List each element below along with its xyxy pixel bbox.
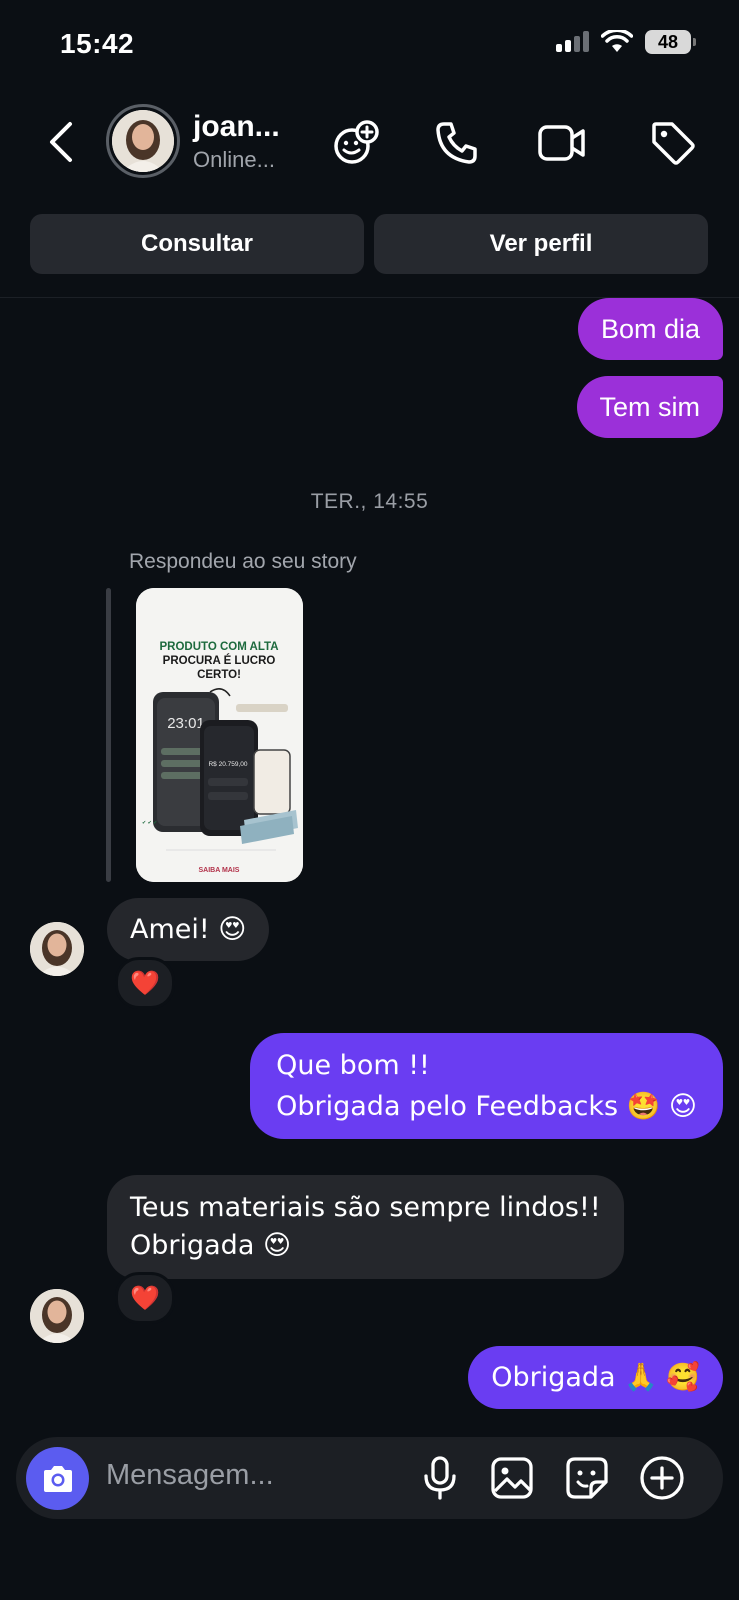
view-profile-button[interactable]: Ver perfil	[374, 214, 708, 274]
sent-message[interactable]: Obrigada 🙏 🥰	[468, 1346, 723, 1409]
back-icon	[50, 122, 72, 162]
image-icon	[491, 1457, 533, 1499]
back-button[interactable]	[42, 118, 82, 166]
received-message[interactable]: Amei! 😍	[107, 898, 270, 961]
tag-button[interactable]	[648, 118, 698, 168]
heart-icon: ❤️	[130, 969, 160, 997]
video-call-button[interactable]	[537, 118, 587, 168]
story-value: R$ 20.759,00	[208, 761, 247, 768]
call-button[interactable]	[432, 118, 482, 168]
sent-message[interactable]: Que bom !! Obrigada pelo Feedbacks 🤩 😍	[250, 1033, 723, 1139]
message-line: Que bom !!	[276, 1050, 430, 1081]
message-line: Obrigada pelo Feedbacks 🤩 😍	[276, 1091, 697, 1122]
status-icons: 48	[555, 30, 696, 54]
consult-button[interactable]: Consultar	[30, 214, 364, 274]
story-footer: SAIBA MAIS	[199, 867, 240, 874]
camera-icon	[43, 1465, 72, 1492]
video-icon	[538, 125, 585, 161]
more-button[interactable]	[638, 1454, 686, 1502]
sticker-icon	[566, 1457, 608, 1499]
sent-message[interactable]: Bom dia	[577, 298, 723, 360]
message-line: Obrigada 😍	[130, 1230, 292, 1261]
heart-icon: ❤️	[130, 1284, 160, 1312]
contact-avatar-small[interactable]	[30, 1289, 84, 1343]
heart-reaction[interactable]: ❤️	[115, 957, 175, 1009]
sticker-button[interactable]	[563, 1454, 611, 1502]
message-text: Amei! 😍	[130, 914, 247, 945]
story-clock: 23:01	[167, 715, 205, 732]
effects-button[interactable]	[331, 118, 381, 168]
story-title-2: PROCURA É LUCRO	[163, 654, 276, 667]
phone-icon	[436, 122, 477, 164]
date-separator: TER., 14:55	[310, 490, 429, 513]
contact-avatar-small[interactable]	[30, 922, 84, 976]
sent-message[interactable]: Tem sim	[576, 376, 723, 438]
tag-icon	[652, 122, 695, 165]
received-message[interactable]: Teus materiais são sempre lindos!! Obrig…	[107, 1175, 624, 1279]
message-line: Teus materiais são sempre lindos!!	[130, 1192, 601, 1223]
story-reply-label: Respondeu ao seu story	[129, 550, 357, 573]
effects-icon	[334, 120, 379, 164]
svg-text:✔ ✔ ✔: ✔ ✔ ✔	[142, 820, 157, 826]
plus-circle-icon	[640, 1456, 684, 1500]
contact-name[interactable]: joan...	[193, 110, 280, 144]
story-title-1: PRODUTO COM ALTA	[159, 641, 278, 653]
status-time: 15:42	[60, 28, 135, 59]
wifi-icon	[601, 30, 633, 52]
contact-status: Online...	[193, 147, 275, 172]
story-title-3: CERTO!	[197, 669, 241, 681]
reply-bar	[106, 588, 111, 882]
message-input[interactable]: Mensagem...	[106, 1459, 274, 1492]
contact-avatar[interactable]	[106, 104, 180, 178]
microphone-icon	[424, 1456, 456, 1500]
message-text: Obrigada 🙏 🥰	[491, 1362, 700, 1393]
heart-reaction[interactable]: ❤️	[115, 1272, 175, 1324]
signal-icon	[556, 31, 589, 52]
microphone-button[interactable]	[416, 1454, 464, 1502]
gallery-button[interactable]	[488, 1454, 536, 1502]
story-thumbnail[interactable]: PRODUTO COM ALTA PROCURA É LUCRO CERTO! …	[136, 588, 303, 882]
battery-indicator: 48	[645, 30, 696, 54]
avatar	[112, 110, 174, 172]
camera-button[interactable]	[26, 1447, 89, 1510]
